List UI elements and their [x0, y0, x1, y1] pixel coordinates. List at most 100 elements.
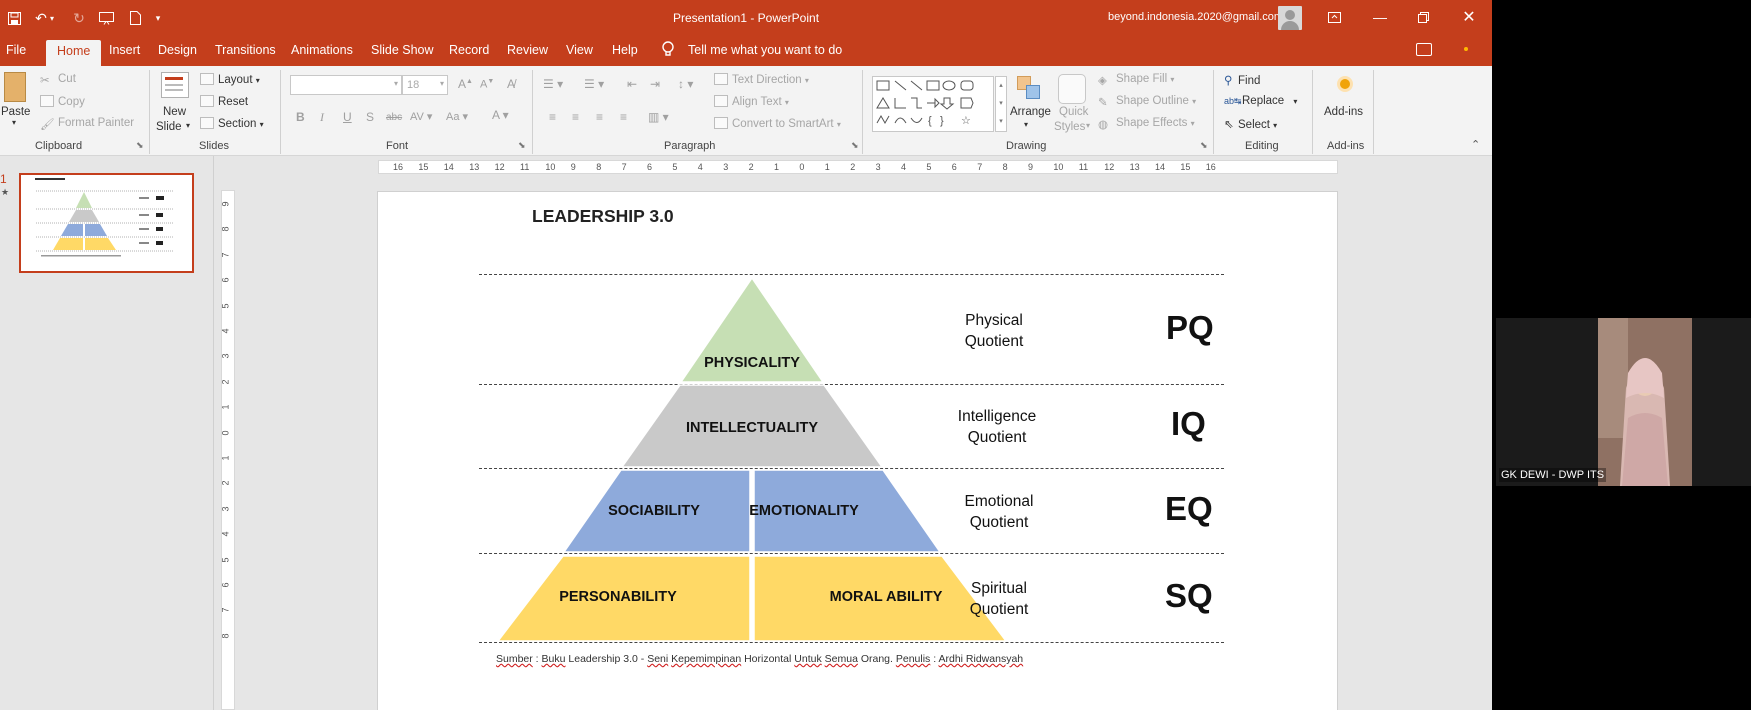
shadow-icon[interactable]: S [366, 110, 374, 124]
increase-indent-icon[interactable]: ⇥ [650, 77, 660, 91]
line-spacing-icon[interactable]: ↕ ▾ [678, 77, 693, 91]
restore-icon[interactable] [1400, 0, 1446, 34]
customize-toolbar-icon[interactable]: ▾ [152, 8, 164, 28]
new-slide-icon[interactable] [161, 72, 189, 98]
slide-canvas[interactable]: LEADERSHIP 3.0 PHYSICALITY INTELLECTUALI… [377, 191, 1338, 710]
quick-styles-dropdown-icon[interactable]: ▾ [1086, 121, 1090, 130]
tab-home[interactable]: Home [46, 40, 102, 66]
text-direction-button[interactable]: Text Direction ▾ [714, 73, 809, 86]
slideshow-start-icon[interactable] [95, 8, 117, 28]
quick-styles-icon[interactable] [1058, 74, 1086, 104]
layout-button[interactable]: Layout ▾ [200, 73, 260, 86]
convert-smartart-button[interactable]: Convert to SmartArt ▾ [714, 117, 841, 130]
new-slide-dropdown-icon[interactable]: ▾ [186, 121, 190, 130]
tab-insert[interactable]: Insert [109, 43, 140, 57]
source-citation[interactable]: Sumber : Buku Leadership 3.0 - Seni Kepe… [496, 653, 1023, 665]
tab-slide-show[interactable]: Slide Show [371, 43, 434, 57]
arrange-button[interactable]: Arrange [1010, 106, 1051, 118]
slide-thumbnail-1[interactable] [19, 173, 194, 273]
align-text-button[interactable]: Align Text ▾ [714, 95, 789, 108]
tab-help[interactable]: Help [612, 43, 638, 57]
shapes-gallery[interactable]: {} ☆ [872, 76, 994, 132]
shape-outline-button[interactable]: ✎ Shape Outline ▾ [1098, 95, 1196, 109]
decrease-indent-icon[interactable]: ⇤ [627, 77, 637, 91]
video-call-tile[interactable]: GK DEWI - DWP ITS [1496, 318, 1751, 486]
clipboard-launcher-icon[interactable]: ⬊ [136, 140, 144, 151]
addins-button[interactable]: Add-ins [1324, 106, 1363, 118]
tell-me-search[interactable]: Tell me what you want to do [688, 43, 842, 57]
ribbon-display-icon[interactable] [1311, 0, 1357, 34]
arrange-dropdown-icon[interactable]: ▾ [1024, 120, 1028, 129]
quick-styles-label-2[interactable]: Styles [1054, 121, 1085, 133]
group-label-editing: Editing [1245, 140, 1279, 152]
paste-button[interactable]: Paste [1, 106, 30, 118]
font-name-input[interactable]: ▾ [290, 75, 402, 95]
new-slide-label-1[interactable]: New [163, 106, 186, 118]
bold-icon[interactable]: B [296, 110, 305, 124]
undo-dropdown-icon[interactable]: ▾ [46, 8, 58, 28]
addins-icon[interactable] [1340, 79, 1350, 89]
underline-icon[interactable]: U [343, 110, 352, 124]
redo-icon[interactable]: ↻ [68, 8, 90, 28]
tab-record[interactable]: Record [449, 43, 489, 57]
shapes-scroll[interactable]: ▴ ▾ ▾ [995, 76, 1007, 132]
bullets-icon[interactable]: ☰ ▾ [543, 77, 563, 91]
save-icon[interactable] [3, 8, 25, 28]
columns-icon[interactable]: ▥ ▾ [648, 110, 669, 124]
tab-view[interactable]: View [566, 43, 593, 57]
font-launcher-icon[interactable]: ⬊ [518, 140, 526, 151]
tab-design[interactable]: Design [158, 43, 197, 57]
vertical-ruler[interactable]: 9 8 7 6 5 4 3 2 1 0 1 2 3 4 5 6 7 8 [221, 190, 235, 710]
cut-button[interactable]: ✂ Cut [40, 73, 76, 87]
avatar[interactable] [1278, 6, 1302, 30]
tab-file[interactable]: File [6, 43, 26, 57]
collapse-ribbon-icon[interactable]: ⌃ [1471, 138, 1480, 151]
justify-icon[interactable]: ≡ [620, 110, 627, 124]
strikethrough-icon[interactable]: abc [386, 112, 402, 123]
source-part: Orang. [857, 653, 896, 665]
divider [862, 70, 863, 154]
quick-styles-label-1[interactable]: Quick [1059, 106, 1088, 118]
minimize-icon[interactable]: — [1357, 0, 1403, 34]
horizontal-ruler[interactable]: 16 15 14 13 12 11 10 9 8 7 6 5 4 3 2 1 0 1 2 3 4 5 6 7 8 9 10 11 12 1… [378, 160, 1338, 174]
close-icon[interactable]: ✕ [1446, 0, 1492, 34]
numbering-icon[interactable]: ☰ ▾ [584, 77, 604, 91]
font-color-icon[interactable]: A ▾ [492, 108, 509, 122]
select-button[interactable]: ⇖ Select ▾ [1224, 117, 1277, 131]
align-left-icon[interactable]: ≡ [549, 110, 556, 124]
clear-formatting-icon[interactable]: A̸ [507, 77, 515, 91]
find-button[interactable]: ⚲ Find [1224, 73, 1260, 87]
drawing-launcher-icon[interactable]: ⬊ [1200, 140, 1208, 151]
tab-animations[interactable]: Animations [291, 43, 353, 57]
align-center-icon[interactable]: ≡ [572, 110, 579, 124]
replace-button[interactable]: ab↹Replace ▾ [1224, 95, 1297, 107]
comments-icon[interactable] [1416, 43, 1432, 56]
arrange-icon[interactable] [1015, 74, 1043, 104]
ruler-tick-label: 16 [393, 162, 404, 172]
reset-button[interactable]: Reset [200, 95, 248, 108]
section-button[interactable]: Section ▾ [200, 117, 264, 130]
more-icon[interactable] [1464, 47, 1468, 51]
tab-transitions[interactable]: Transitions [215, 43, 276, 57]
new-file-icon[interactable] [124, 8, 146, 28]
character-spacing-icon[interactable]: AV ▾ [410, 110, 432, 123]
account-email[interactable]: beyond.indonesia.2020@gmail.com [1108, 11, 1283, 23]
font-size-input[interactable]: 18 ▾ [402, 75, 448, 95]
shrink-font-icon[interactable]: A▼ [480, 78, 494, 91]
grow-font-icon[interactable]: A▲ [458, 77, 473, 91]
italic-icon[interactable]: I [320, 110, 324, 125]
paste-dropdown-icon[interactable]: ▾ [12, 118, 16, 127]
align-right-icon[interactable]: ≡ [596, 110, 603, 124]
align-text-icon [714, 95, 728, 107]
text-direction-label: Text Direction [732, 74, 802, 86]
new-slide-label-2[interactable]: Slide [156, 121, 182, 133]
divider [149, 70, 150, 154]
tab-review[interactable]: Review [507, 43, 548, 57]
change-case-icon[interactable]: Aa ▾ [446, 110, 468, 123]
paste-icon[interactable] [4, 72, 26, 102]
format-painter-button[interactable]: 🖌 Format Painter [40, 117, 134, 131]
shape-fill-button[interactable]: ◈ Shape Fill ▾ [1098, 73, 1174, 87]
paragraph-launcher-icon[interactable]: ⬊ [851, 140, 859, 151]
shape-effects-button[interactable]: ◍ Shape Effects ▾ [1098, 117, 1195, 131]
copy-button[interactable]: Copy [40, 95, 85, 108]
